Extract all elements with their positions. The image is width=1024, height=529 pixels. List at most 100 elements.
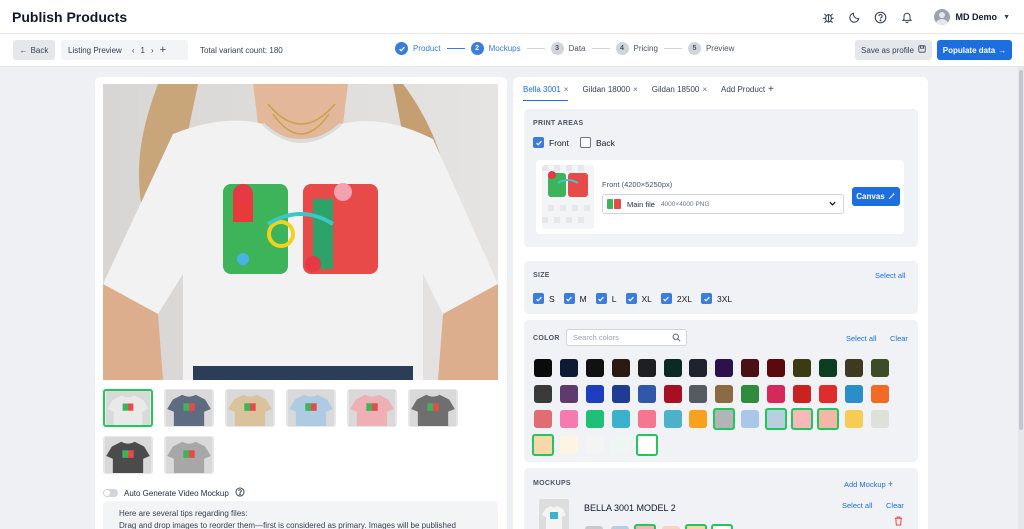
bug-icon[interactable] bbox=[822, 10, 836, 24]
color-swatch[interactable] bbox=[818, 384, 837, 403]
color-swatch[interactable] bbox=[767, 359, 786, 377]
auto-video-toggle[interactable] bbox=[103, 489, 118, 497]
color-swatch[interactable] bbox=[870, 410, 889, 428]
mockup-color-swatch[interactable] bbox=[634, 524, 656, 529]
color-swatch[interactable] bbox=[713, 408, 736, 430]
populate-data-button[interactable]: Populate data → bbox=[937, 40, 1012, 60]
color-swatch[interactable] bbox=[534, 410, 552, 428]
color-swatch[interactable] bbox=[765, 408, 788, 430]
help-icon[interactable] bbox=[874, 10, 888, 24]
color-swatch[interactable] bbox=[791, 408, 813, 430]
tab-gildan-18500[interactable]: Gildan 18500 × bbox=[652, 84, 707, 101]
color-swatch[interactable] bbox=[559, 435, 578, 454]
color-swatch[interactable] bbox=[637, 359, 656, 377]
color-swatch[interactable] bbox=[715, 359, 734, 377]
plus-icon[interactable]: + bbox=[160, 44, 166, 56]
color-swatch[interactable] bbox=[611, 359, 630, 377]
bell-icon[interactable] bbox=[900, 10, 914, 24]
color-swatch[interactable] bbox=[870, 359, 889, 377]
color-swatch[interactable] bbox=[532, 433, 554, 456]
add-mockup-button[interactable]: Add Mockup + bbox=[844, 479, 893, 489]
tab-gildan-18000[interactable]: Gildan 18000 × bbox=[582, 84, 637, 101]
color-swatch[interactable] bbox=[637, 410, 656, 428]
color-swatch[interactable] bbox=[844, 359, 863, 377]
size-checkbox[interactable]: 2XL bbox=[660, 293, 692, 304]
step-product[interactable]: Product bbox=[395, 42, 441, 55]
color-swatch[interactable] bbox=[585, 410, 604, 428]
tab-bella-3001[interactable]: Bella 3001 × bbox=[523, 84, 569, 101]
mockup-select-all-link[interactable]: Select all bbox=[842, 501, 872, 510]
color-swatch[interactable] bbox=[689, 384, 708, 403]
color-swatch[interactable] bbox=[663, 359, 682, 377]
step-pricing[interactable]: 4 Pricing bbox=[615, 42, 658, 55]
color-swatch[interactable] bbox=[844, 410, 863, 428]
color-swatch[interactable] bbox=[611, 384, 630, 403]
file-select[interactable]: Main file 4000×4000 PNG bbox=[602, 194, 844, 214]
mockup-thumbnail[interactable] bbox=[347, 389, 397, 427]
size-checkbox[interactable]: S bbox=[533, 293, 555, 304]
size-checkbox[interactable]: XL bbox=[625, 293, 652, 304]
next-chevron-icon[interactable]: › bbox=[151, 46, 154, 55]
color-swatch[interactable] bbox=[635, 433, 658, 456]
color-select-all-link[interactable]: Select all bbox=[846, 334, 876, 343]
close-icon[interactable]: × bbox=[702, 85, 707, 94]
color-swatch[interactable] bbox=[844, 384, 863, 403]
color-swatch[interactable] bbox=[715, 384, 734, 403]
size-checkbox[interactable]: 3XL bbox=[701, 293, 732, 304]
moon-icon[interactable] bbox=[848, 10, 862, 24]
color-swatch[interactable] bbox=[816, 408, 839, 430]
color-swatch[interactable] bbox=[585, 435, 604, 454]
back-checkbox[interactable]: Back bbox=[580, 137, 615, 148]
mockup-color-swatch[interactable] bbox=[685, 524, 707, 529]
front-checkbox[interactable]: Front bbox=[533, 137, 569, 148]
back-button[interactable]: ← Back bbox=[13, 40, 55, 60]
user-menu[interactable]: MD Demo ▼ bbox=[933, 9, 1010, 25]
scrollbar-thumb[interactable] bbox=[1019, 70, 1023, 430]
color-swatch[interactable] bbox=[793, 384, 811, 403]
color-swatch[interactable] bbox=[611, 435, 630, 454]
save-as-profile-button[interactable]: Save as profile bbox=[855, 40, 932, 60]
canvas-button[interactable]: Canvas bbox=[852, 187, 900, 206]
step-data[interactable]: 3 Data bbox=[550, 42, 586, 55]
color-swatch[interactable] bbox=[870, 384, 889, 403]
color-swatch[interactable] bbox=[689, 359, 708, 377]
color-swatch[interactable] bbox=[559, 359, 578, 377]
mockup-thumbnail[interactable] bbox=[408, 389, 458, 427]
color-swatch[interactable] bbox=[741, 359, 760, 377]
close-icon[interactable]: × bbox=[564, 85, 569, 94]
size-checkbox[interactable]: L bbox=[595, 293, 617, 304]
size-checkbox[interactable]: M bbox=[563, 293, 587, 304]
mockup-thumbnail[interactable] bbox=[164, 389, 214, 427]
color-swatch[interactable] bbox=[689, 410, 708, 428]
color-swatch[interactable] bbox=[767, 384, 786, 403]
close-icon[interactable]: × bbox=[633, 85, 638, 94]
color-clear-link[interactable]: Clear bbox=[890, 334, 908, 343]
color-swatch[interactable] bbox=[741, 410, 760, 428]
color-swatch[interactable] bbox=[663, 384, 682, 403]
color-swatch[interactable] bbox=[585, 359, 604, 377]
color-search-input[interactable]: Search colors bbox=[566, 329, 687, 346]
color-swatch[interactable] bbox=[637, 384, 656, 403]
color-swatch[interactable] bbox=[585, 384, 604, 403]
trash-icon[interactable] bbox=[894, 516, 903, 529]
color-swatch[interactable] bbox=[741, 384, 760, 403]
color-swatch[interactable] bbox=[559, 384, 578, 403]
step-preview[interactable]: 5 Preview bbox=[687, 42, 734, 55]
color-swatch[interactable] bbox=[818, 359, 837, 377]
mockup-thumbnail[interactable] bbox=[225, 389, 275, 427]
mockup-thumbnail[interactable] bbox=[103, 389, 153, 427]
add-product-button[interactable]: Add Product + bbox=[721, 84, 774, 101]
mockup-color-swatch[interactable] bbox=[710, 524, 733, 529]
color-swatch[interactable] bbox=[611, 410, 630, 428]
color-swatch[interactable] bbox=[534, 359, 552, 377]
mockup-thumbnail[interactable] bbox=[286, 389, 336, 427]
mockup-clear-link[interactable]: Clear bbox=[886, 501, 904, 510]
mockup-thumbnail[interactable] bbox=[103, 436, 153, 474]
mockup-thumbnail[interactable] bbox=[164, 436, 214, 474]
help-icon[interactable] bbox=[235, 487, 245, 499]
color-swatch[interactable] bbox=[559, 410, 578, 428]
prev-chevron-icon[interactable]: ‹ bbox=[132, 46, 135, 55]
step-mockups[interactable]: 2 Mockups bbox=[470, 42, 521, 55]
color-swatch[interactable] bbox=[534, 384, 552, 403]
size-select-all-link[interactable]: Select all bbox=[875, 271, 905, 280]
